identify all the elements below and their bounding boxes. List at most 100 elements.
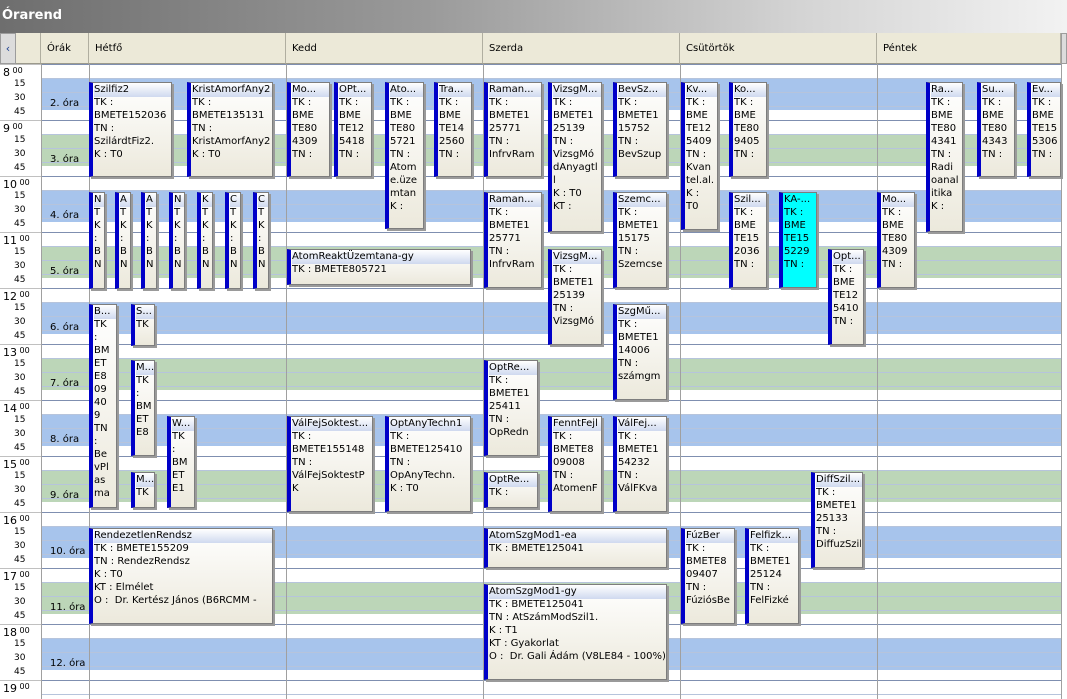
event-card[interactable]: VizsgM... TK : BMETE1 25139 TN : VizsgMó [548, 249, 602, 345]
event-card[interactable]: Ato... TK : BME TE80 5721 TN : Atom e.üze… [385, 82, 424, 229]
event-title: FúzBer [686, 529, 734, 543]
event-card[interactable]: KA-... TK : BME TE15 5229 TN : [779, 192, 817, 288]
event-card[interactable]: B... TK : BM ET E8 09 40 9 TN : Be vPl as… [89, 304, 117, 508]
event-card[interactable]: Szil... TK : BME TE15 2036 TN : [729, 192, 767, 288]
hour-minutes: 00 [10, 66, 23, 75]
header-day-szerda[interactable]: Szerda [483, 33, 680, 64]
event-details: TK : BMETE1 25411 TN : OpRedn [489, 375, 530, 438]
event-card[interactable]: KT K : B N [197, 192, 213, 289]
event-card[interactable]: KristAmorfAny2 TK : BMETE135131 TN : Kris… [187, 82, 273, 177]
event-card[interactable]: AT K : B N [141, 192, 157, 289]
minute-label: 30 [14, 653, 26, 663]
event-card[interactable]: M... TK [131, 472, 155, 508]
event-card[interactable]: Su... TK : BME TE80 4343 TN : [977, 82, 1015, 177]
grid-line [41, 680, 1061, 681]
event-card[interactable]: OptAnyTechn1 TK : BMETE125410 TN : OpAnyT… [385, 416, 471, 512]
event-card[interactable]: FúzBer TK : BMETE8 09407 TN : FúziósBe [681, 528, 735, 624]
event-card[interactable]: OptRe... TK : [484, 472, 538, 508]
event-card[interactable]: VálFejSoktest... TK : BMETE155148 TN : Vá… [287, 416, 373, 512]
event-card[interactable]: M... TK : BM ET E8 [131, 360, 155, 456]
period-text: 10. óra [50, 546, 86, 557]
next-week-button[interactable] [1061, 33, 1067, 64]
period-text: 7. óra [50, 378, 80, 389]
event-card[interactable]: Mo... TK : BME TE80 4309 TN : [877, 192, 915, 288]
event-card[interactable]: Felfizk... TK : BMETE1 25124 TN : FelFizk… [745, 528, 799, 624]
event-details: T K : B N [202, 207, 210, 270]
event-card[interactable]: SzgMű... TK : BMETE1 14006 TN : számgm [613, 304, 667, 400]
event-card[interactable]: Kv... TK : BME TE12 5409 TN : Kvan tel.al… [681, 82, 718, 230]
event-title: A [146, 193, 156, 207]
event-details: TK : BMETE155148 TN : VálFejSoktestP K [292, 431, 365, 494]
header-day-pentek[interactable]: Péntek [877, 33, 1061, 64]
minute-label: 15 [14, 303, 26, 313]
header-day-csutortok[interactable]: Csütörtök [680, 33, 877, 64]
event-card[interactable]: OptRe... TK : BMETE1 25411 TN : OpRedn [484, 360, 538, 456]
event-card[interactable]: AtomSzgMod1-gy TK : BMETE125041 TN : AtSz… [484, 584, 667, 680]
event-card[interactable]: NT K : B N [89, 192, 105, 289]
event-details: TK : BMETE155209 TN : RendezRendsz K : T… [94, 543, 257, 606]
event-card[interactable]: RendezetlenRendsz TK : BMETE155209 TN : R… [89, 528, 273, 624]
event-card[interactable]: AtomReaktÜzemtana-gy TK : BMETE805721 [287, 249, 471, 285]
event-card[interactable]: S... TK [131, 304, 155, 346]
period-text: 11. óra [50, 602, 86, 613]
event-title: Ato... [390, 83, 423, 97]
event-card[interactable]: VizsgM... TK : BMETE1 25139 TN : VizsgMó … [548, 82, 602, 232]
event-card[interactable]: Opt... TK : BME TE12 5410 TN : [828, 249, 864, 345]
hour-line [0, 344, 41, 345]
event-card[interactable]: Szemc... TK : BMETE1 15175 TN : Szemcse [613, 192, 667, 288]
event-card[interactable]: DiffSzil... TK : BMETE1 25133 TN : Diffuz… [811, 472, 863, 568]
event-card[interactable]: BevSz... TK : BMETE1 15752 TN : BevSzup [613, 82, 667, 177]
window-title-bar: Órarend [0, 0, 1067, 33]
header-day-kedd[interactable]: Kedd [286, 33, 483, 64]
event-card[interactable]: Szilfiz2 TK : BMETE152036 TN : SzilárdtFi… [89, 82, 172, 177]
hour-label: 17 00 [3, 570, 30, 583]
event-card[interactable]: VálFej... TK : BMETE1 54232 TN : VálFKva [613, 416, 667, 512]
event-card[interactable]: Raman... TK : BMETE1 25771 TN : InfrvRam [484, 82, 542, 177]
hour-number: 13 [3, 346, 17, 359]
hour-label: 19 00 [3, 682, 30, 695]
event-card[interactable]: Ra... TK : BME TE80 4341 TN : Radi oanal … [926, 82, 963, 232]
event-title: FenntFejl [553, 417, 601, 431]
event-card[interactable]: CT K : B N [253, 192, 269, 289]
event-title: W... [172, 417, 194, 431]
hour-number: 19 [3, 682, 17, 695]
minute-label: 45 [14, 275, 26, 285]
event-details: TK : BMETE8 09407 TN : FúziósBe [686, 543, 730, 606]
period-label: 3. óra [41, 134, 90, 190]
header-day-hetfo[interactable]: Hétfő [89, 33, 286, 64]
hour-minutes: 00 [17, 178, 30, 187]
period-label: 2. óra [41, 78, 90, 134]
event-card[interactable]: AtomSzgMod1-ea TK : BMETE125041 [484, 528, 667, 568]
event-card[interactable]: Mo... TK : BME TE80 4309 TN : [287, 82, 330, 177]
event-details: TK : BM ET E1 [172, 431, 188, 494]
event-details: TK : BMETE1 25771 TN : InfrvRam [489, 207, 535, 270]
event-card[interactable]: Ko... TK : BME TE80 9405 TN : [729, 82, 767, 177]
minute-label: 30 [14, 93, 26, 103]
period-label: 5. óra [41, 246, 90, 302]
event-card[interactable]: CT K : B N [225, 192, 241, 289]
hour-number: 11 [3, 234, 17, 247]
minute-label: 15 [14, 583, 26, 593]
event-card[interactable]: FenntFejl TK : BMETE8 09008 TN : AtomenF [548, 416, 602, 512]
minute-label: 45 [14, 667, 26, 677]
event-title: S... [136, 305, 154, 319]
event-details: T K : B N [146, 207, 154, 270]
hour-label: 18 00 [3, 626, 30, 639]
event-title: Szil... [734, 193, 766, 207]
event-card[interactable]: NT K : B N [169, 192, 185, 289]
window-title: Órarend [2, 8, 63, 23]
event-card[interactable]: AT K : B N [115, 192, 131, 289]
prev-week-button[interactable]: ‹ [0, 33, 16, 64]
event-card[interactable]: Raman... TK : BMETE1 25771 TN : InfrvRam [484, 192, 542, 288]
event-details: TK : BM ET E8 [136, 375, 152, 438]
hour-minutes: 00 [17, 346, 30, 355]
event-details: TK : BMETE1 15752 TN : BevSzup [618, 97, 662, 160]
event-card[interactable]: Ev... TK : BME TE15 5306 TN : [1027, 82, 1061, 177]
event-card[interactable]: W... TK : BM ET E1 [167, 416, 195, 508]
event-card[interactable]: Tra... TK : BME TE14 2560 TN : [434, 82, 472, 177]
event-details: TK : BME TE80 5721 TN : Atom e.üze mtan … [390, 97, 418, 212]
minute-label: 45 [14, 163, 26, 173]
minute-label: 15 [14, 415, 26, 425]
event-card[interactable]: OPt... TK : BME TE12 5418 TN : [334, 82, 372, 177]
hour-number: 16 [3, 514, 17, 527]
